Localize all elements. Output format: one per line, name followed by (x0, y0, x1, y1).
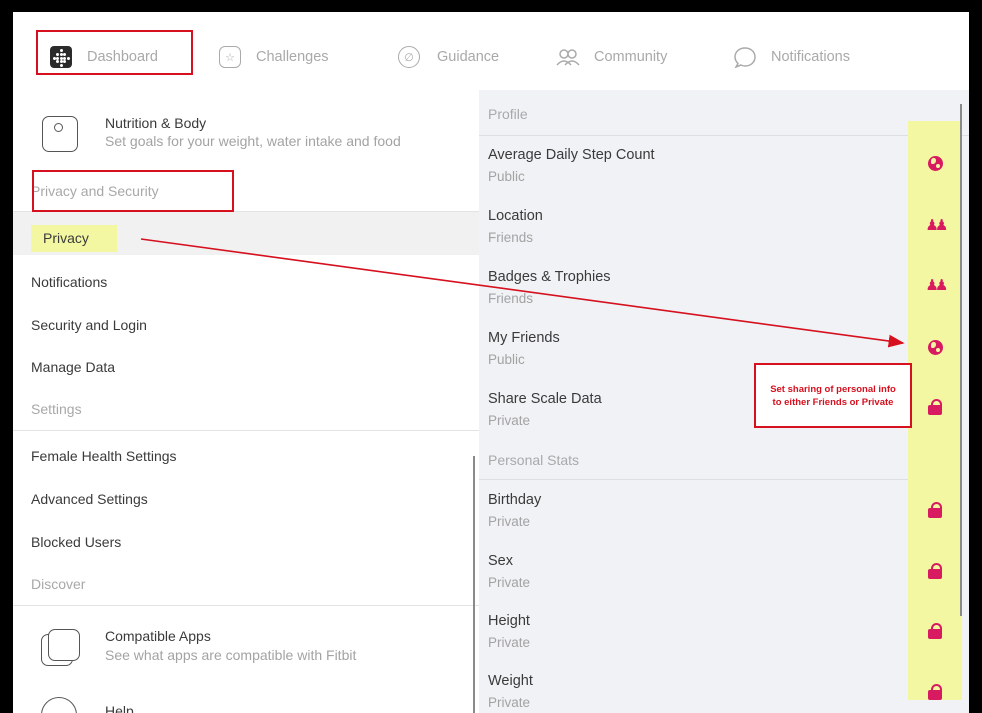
divider (13, 430, 479, 431)
menu-item-notifications[interactable]: Notifications (31, 274, 107, 290)
nav-notifications[interactable]: Notifications (733, 42, 850, 72)
globe-icon[interactable] (926, 339, 944, 355)
divider (479, 135, 969, 136)
nav-label: Community (594, 49, 668, 65)
setting-value: Private (488, 695, 531, 710)
menu-item-manage-data[interactable]: Manage Data (31, 359, 115, 375)
star-badge-icon: ☆ (218, 45, 242, 69)
profile-header: Profile (488, 106, 528, 122)
nav-label: Notifications (771, 49, 850, 65)
annotation-note-line: to either Friends or Private (772, 396, 894, 408)
nutrition-body-subtitle: Set goals for your weight, water intake … (105, 133, 401, 149)
left-scrollbar[interactable] (473, 456, 475, 713)
nav-challenges[interactable]: ☆ Challenges (218, 42, 329, 72)
right-scrollbar[interactable] (960, 104, 962, 616)
menu-item-security-login[interactable]: Security and Login (31, 317, 147, 333)
setting-sex[interactable]: Sex (488, 553, 513, 569)
annotation-box-privacy-security (32, 170, 234, 212)
setting-value: Public (488, 169, 525, 184)
lock-icon[interactable] (926, 623, 944, 639)
setting-value: Friends (488, 230, 534, 245)
lock-icon[interactable] (926, 563, 944, 579)
app-frame: Dashboard ☆ Challenges ∅ Guidance Commun… (13, 12, 969, 713)
nav-community[interactable]: Community (556, 42, 667, 72)
lock-icon[interactable] (926, 502, 944, 518)
setting-value: Private (488, 575, 531, 590)
compatible-apps-subtitle: See what apps are compatible with Fitbit (105, 647, 357, 663)
nav-label: Challenges (256, 49, 329, 65)
annotation-note: Set sharing of personal info to either F… (754, 363, 912, 428)
lock-icon[interactable] (926, 684, 944, 700)
setting-value: Friends (488, 291, 534, 306)
setting-my-friends[interactable]: My Friends (488, 330, 560, 346)
section-settings: Settings (31, 401, 82, 417)
annotation-box-dashboard (36, 30, 193, 75)
friends-icon[interactable]: ♟♟ (926, 278, 949, 294)
setting-badges-trophies[interactable]: Badges & Trophies (488, 269, 611, 285)
setting-value: Private (488, 413, 531, 428)
menu-item-privacy[interactable]: Privacy (43, 230, 89, 246)
setting-birthday[interactable]: Birthday (488, 492, 541, 508)
help-icon (41, 697, 77, 713)
setting-step-count[interactable]: Average Daily Step Count (488, 147, 655, 163)
divider (13, 605, 479, 606)
setting-value: Private (488, 514, 531, 529)
nav-label: Guidance (437, 49, 500, 65)
menu-item-advanced-settings[interactable]: Advanced Settings (31, 491, 148, 507)
nutrition-body-title[interactable]: Nutrition & Body (105, 115, 206, 131)
setting-location[interactable]: Location (488, 208, 543, 224)
setting-height[interactable]: Height (488, 613, 530, 629)
people-icon (556, 45, 580, 69)
lock-icon[interactable] (926, 399, 944, 415)
setting-weight[interactable]: Weight (488, 673, 533, 689)
setting-value: Private (488, 635, 531, 650)
friends-icon[interactable]: ♟♟ (926, 218, 949, 234)
divider (479, 479, 908, 480)
globe-icon[interactable] (926, 155, 944, 171)
scale-icon (42, 116, 78, 152)
compatible-apps-icon (41, 629, 81, 669)
annotation-note-line: Set sharing of personal info (770, 383, 896, 395)
setting-value: Public (488, 352, 525, 367)
compatible-apps-title[interactable]: Compatible Apps (105, 628, 211, 644)
menu-item-female-health[interactable]: Female Health Settings (31, 448, 177, 464)
section-discover: Discover (31, 576, 86, 592)
speech-bubble-icon (733, 45, 757, 69)
leaf-icon: ∅ (397, 45, 421, 69)
menu-item-blocked-users[interactable]: Blocked Users (31, 534, 121, 550)
help-title[interactable]: Help (105, 703, 134, 713)
setting-share-scale-data[interactable]: Share Scale Data (488, 391, 602, 407)
nav-guidance[interactable]: ∅ Guidance (397, 42, 499, 72)
personal-stats-header: Personal Stats (488, 452, 580, 468)
